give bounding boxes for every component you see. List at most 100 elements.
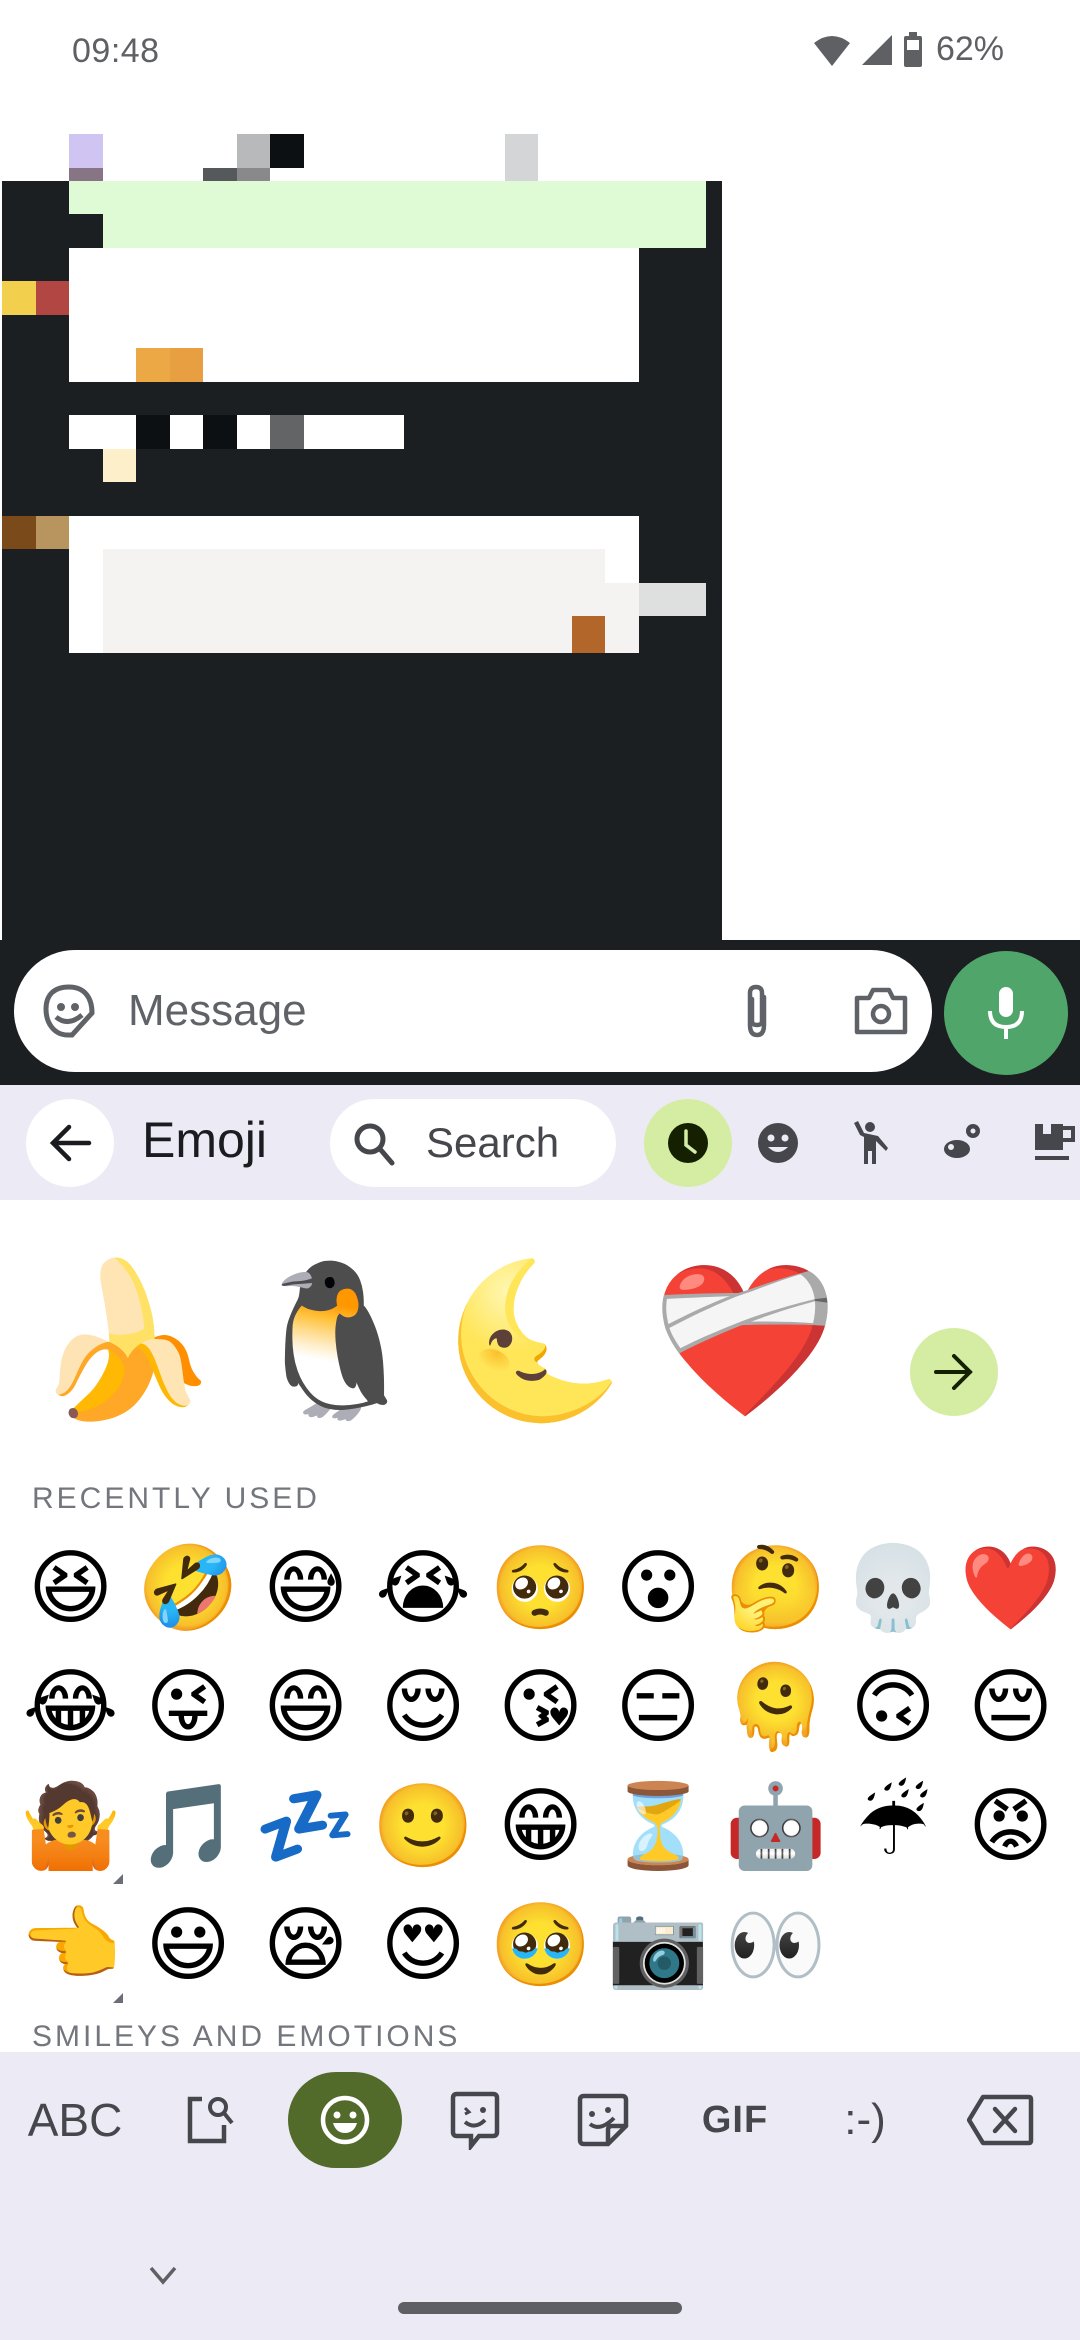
status-time: 09:48 <box>72 32 160 70</box>
emoji-key[interactable]: 🎵 <box>130 1768 247 1886</box>
emoji-key[interactable]: 📷 <box>600 1887 717 2005</box>
emoji-key[interactable]: 👀 <box>717 1887 834 2005</box>
collapse-keyboard-chevron-icon[interactable] <box>148 2264 178 2288</box>
status-icons: 62% <box>812 30 1004 69</box>
mosaic-block <box>102 448 136 483</box>
emoji-key[interactable]: 👈 <box>12 1887 129 2005</box>
backspace-button[interactable] <box>966 2072 1036 2168</box>
emoji-key[interactable]: 🥺 <box>482 1530 599 1648</box>
emoji-icon <box>320 2095 370 2145</box>
emoticon-button[interactable]: :-) <box>820 2072 910 2168</box>
backspace-icon <box>967 2094 1034 2146</box>
emoji-key[interactable]: 😅 <box>247 1530 364 1648</box>
emoji-tab-button[interactable] <box>288 2072 402 2168</box>
emoji-content: 🍌 🐧 🌜 ❤️‍🩹 RECENTLY USED 😆 🤣 😅 😭 🥺 😮 🤔 💀 ❤️ 😂 😜 😄 😌 😘… <box>0 1200 1080 2052</box>
kitchen-more-button[interactable] <box>910 1328 998 1416</box>
mosaic-block <box>303 415 404 449</box>
emoji-key[interactable]: 🥹 <box>482 1887 599 2005</box>
emoji-key[interactable]: 😃 <box>130 1887 247 2005</box>
sticker-button[interactable] <box>572 2072 634 2168</box>
tab-smileys[interactable] <box>734 1099 822 1187</box>
microphone-icon <box>988 987 1024 1039</box>
kitchen-sticker[interactable]: 🐧 <box>240 1240 430 1440</box>
section-smileys: SMILEYS AND EMOTIONS <box>32 2020 461 2052</box>
gesture-nav-handle[interactable] <box>398 2302 682 2314</box>
emoji-key[interactable]: 😪 <box>247 1887 364 2005</box>
emoji-key[interactable]: ⏳ <box>600 1768 717 1886</box>
mosaic-block <box>169 348 203 382</box>
mosaic-block <box>69 180 706 215</box>
emoji-key[interactable]: 🤣 <box>130 1530 247 1648</box>
search-icon <box>354 1123 395 1166</box>
mosaic-block <box>270 134 304 168</box>
emoji-key[interactable]: 😜 <box>130 1649 247 1767</box>
emoji-key[interactable]: 😮 <box>600 1530 717 1648</box>
emoji-key[interactable]: 😆 <box>12 1530 129 1648</box>
arrow-left-icon <box>49 1124 92 1162</box>
emoji-key[interactable]: 😑 <box>600 1649 717 1767</box>
emoticon-bubble-button[interactable] <box>444 2072 506 2168</box>
kitchen-sticker[interactable]: 🍌 <box>30 1240 220 1440</box>
skin-tone-variant-indicator <box>113 1874 123 1884</box>
voice-record-button[interactable] <box>944 951 1068 1075</box>
mosaic-block <box>571 616 605 654</box>
attach-button[interactable] <box>726 980 788 1042</box>
emoji-key[interactable]: 💤 <box>247 1768 364 1886</box>
kitchen-sticker[interactable]: 🌜 <box>440 1240 630 1440</box>
emoji-key[interactable]: 🙂 <box>365 1768 482 1886</box>
tab-people[interactable] <box>826 1099 914 1187</box>
mosaic-block <box>270 415 304 449</box>
mosaic-block <box>638 582 706 617</box>
camera-icon <box>854 987 908 1035</box>
mosaic-block <box>605 582 639 654</box>
emoji-key[interactable]: 😌 <box>365 1649 482 1767</box>
keyboard-bottom-bar: ABC GIF :-) <box>0 2052 1080 2340</box>
sticker-smiley-icon <box>43 984 95 1038</box>
emoji-key[interactable]: 😁 <box>482 1768 599 1886</box>
emoji-key[interactable]: 😘 <box>482 1649 599 1767</box>
section-recently-used: RECENTLY USED <box>32 1482 320 1515</box>
mosaic-block <box>169 415 203 449</box>
tab-nature[interactable] <box>918 1099 1006 1187</box>
emoji-search-button[interactable]: Search <box>330 1099 616 1187</box>
emoji-key[interactable]: 💀 <box>835 1530 952 1648</box>
emoji-search-button[interactable] <box>180 2072 242 2168</box>
back-button[interactable] <box>26 1099 114 1187</box>
emoji-search-icon <box>187 2096 234 2144</box>
emoticon-bubble-icon <box>450 2091 500 2150</box>
emoji-key[interactable]: 😂 <box>12 1649 129 1767</box>
mosaic-block <box>69 415 136 449</box>
mosaic-block <box>35 515 69 550</box>
camera-button[interactable] <box>850 980 912 1042</box>
emoji-panel-title: Emoji <box>142 1112 268 1168</box>
emoji-key[interactable]: 🤔 <box>717 1530 834 1648</box>
kitchen-sticker[interactable]: ❤️‍🩹 <box>650 1240 840 1440</box>
bee-flower-icon <box>944 1124 980 1158</box>
emoji-key[interactable]: 😭 <box>365 1530 482 1648</box>
mosaic-block <box>69 134 103 168</box>
emoji-key[interactable]: 🙃 <box>835 1649 952 1767</box>
emoji-key[interactable]: 😄 <box>247 1649 364 1767</box>
emoji-key[interactable]: 😍 <box>365 1887 482 2005</box>
emoji-key[interactable]: 🤷 <box>12 1768 129 1886</box>
sticker-button[interactable] <box>38 980 100 1042</box>
cell-signal-icon <box>861 34 892 65</box>
emoji-key[interactable]: 😡 <box>952 1768 1069 1886</box>
emoji-key[interactable]: ❤️ <box>952 1530 1069 1648</box>
emoji-key[interactable]: ☔ <box>835 1768 952 1886</box>
emoji-key[interactable]: 🤖 <box>717 1768 834 1886</box>
gif-button[interactable]: GIF <box>690 2072 780 2168</box>
message-input[interactable]: Message <box>14 950 932 1072</box>
mosaic-block <box>236 415 270 449</box>
tab-food[interactable] <box>1010 1099 1080 1187</box>
abc-button[interactable]: ABC <box>20 2072 130 2168</box>
emoji-key[interactable]: 🫠 <box>717 1649 834 1767</box>
mosaic-block <box>35 281 69 315</box>
chat-area <box>0 110 1080 1103</box>
tab-recent[interactable] <box>644 1099 732 1187</box>
clock-icon <box>668 1123 708 1163</box>
message-placeholder: Message <box>128 986 307 1035</box>
sticker-icon <box>577 2093 629 2147</box>
obscured-conversation <box>0 110 1080 1103</box>
emoji-key[interactable]: 😔 <box>952 1649 1069 1767</box>
